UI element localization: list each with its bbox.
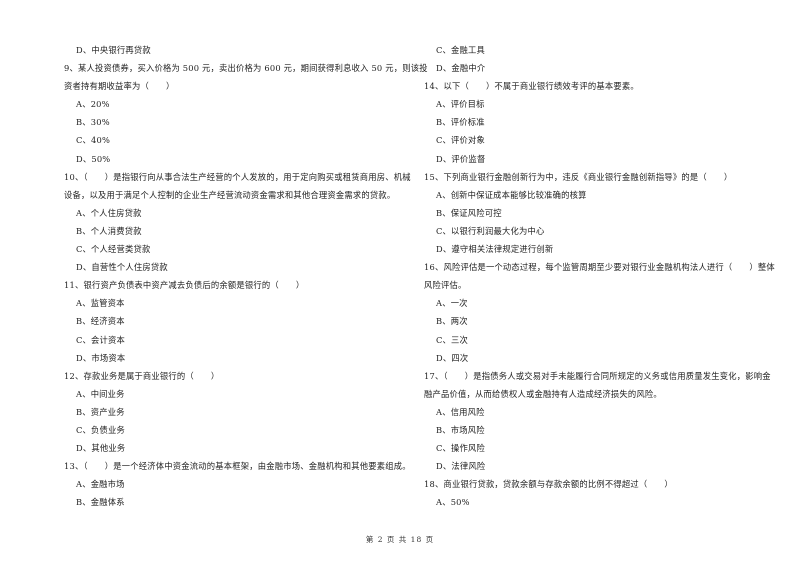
answer-option: C、操作风险 [436, 443, 486, 454]
answer-option: D、金融中介 [436, 63, 486, 74]
left-column: D、中央银行再贷款 9、某人投资债券，买入价格为 500 元，卖出价格为 600 … [64, 41, 428, 511]
answer-option: B、资产业务 [76, 406, 125, 417]
question-text: 18、商业银行贷款，贷款余额与存款余额的比例不得超过（ ） [424, 479, 673, 490]
answer-option: C、金融工具 [436, 45, 486, 55]
question-text: 资者持有期收益率为（ ） [64, 81, 175, 92]
answer-option: C、评价对象 [436, 135, 486, 146]
answer-option: A、信用风险 [436, 406, 485, 417]
answer-option: C、会计资本 [76, 334, 126, 345]
question-text: 设备，以及用于满足个人控制的企业生产经营流动资金需求和其他合理资金需求的贷款。 [64, 189, 396, 200]
page-footer: 第 2 页 共 18 页 [365, 535, 435, 544]
answer-option: A、创新中保证成本能够比较准确的核算 [436, 189, 587, 200]
answer-option: C、以银行利润最大化为中心 [436, 225, 545, 236]
question-text: 15、下列商业银行金融创新行为中，违反《商业银行金融创新指导》的是（ ） [424, 171, 733, 182]
answer-option: B、30% [76, 117, 110, 128]
question-text: 12、存款业务是属于商业银行的（ ） [64, 370, 220, 381]
answer-option: C、三次 [436, 334, 469, 345]
answer-option: D、法律风险 [436, 461, 486, 472]
answer-option: D、自营性个人住房贷款 [76, 262, 168, 273]
answer-option: B、评价标准 [436, 117, 485, 128]
question-text: 10、（ ）是指银行向从事合法生产经营的个人发放的，用于定向购买或租赁商用房、机… [64, 171, 411, 182]
answer-option: B、保证风险可控 [436, 207, 502, 218]
question-text: 17、（ ）是指债务人或交易对手未能履行合同所规定的义务或信用质量发生变化，影响… [424, 370, 771, 381]
answer-option: B、市场风险 [436, 424, 485, 435]
answer-option: A、个人住房贷款 [76, 207, 142, 218]
answer-option: A、50% [436, 497, 470, 508]
question-text: 11、银行资产负债表中资产减去负债后的余额是银行的（ ） [64, 280, 305, 291]
answer-option: B、个人消费贷款 [76, 225, 142, 236]
question-text: 风险评估。 [424, 280, 467, 291]
answer-option: A、金融市场 [76, 479, 125, 490]
answer-option: D、其他业务 [76, 443, 126, 454]
right-column: C、金融工具 D、金融中介 14、以下（ ）不属于商业银行绩效考评的基本要素。 A、评… [424, 41, 775, 511]
answer-option: A、一次 [436, 298, 468, 309]
answer-option: A、评价目标 [436, 99, 485, 110]
answer-option: B、金融体系 [76, 497, 125, 508]
answer-option: C、个人经营类贷款 [76, 244, 151, 255]
answer-option: D、遵守相关法律规定进行创新 [436, 244, 554, 255]
question-text: 融产品价值，从而给债权人或金融持有人造成经济损失的风险。 [424, 388, 662, 399]
answer-option: A、20% [76, 99, 110, 110]
answer-option: A、监管资本 [76, 298, 125, 309]
answer-option: D、四次 [436, 352, 469, 363]
question-text: 13、（ ）是一个经济体中资金流动的基本框架，由金融市场、金融机构和其他要素组成… [64, 461, 411, 472]
answer-option: C、40% [76, 135, 111, 146]
answer-option: B、经济资本 [76, 316, 125, 327]
answer-option: D、50% [76, 153, 111, 164]
question-text: 9、某人投资债券，买入价格为 500 元，卖出价格为 600 元，期间获得利息收… [64, 63, 428, 74]
question-text: 14、以下（ ）不属于商业银行绩效考评的基本要素。 [424, 81, 639, 92]
answer-option: A、中间业务 [76, 388, 125, 399]
answer-option: C、负债业务 [76, 424, 126, 435]
answer-option: D、评价监督 [436, 153, 486, 164]
answer-option: B、两次 [436, 316, 468, 327]
answer-option: D、市场资本 [76, 352, 126, 363]
question-text: 16、风险评估是一个动态过程，每个监管周期至少要对银行业金融机构法人进行（ ）整… [424, 262, 775, 273]
answer-option: D、中央银行再贷款 [76, 45, 151, 55]
